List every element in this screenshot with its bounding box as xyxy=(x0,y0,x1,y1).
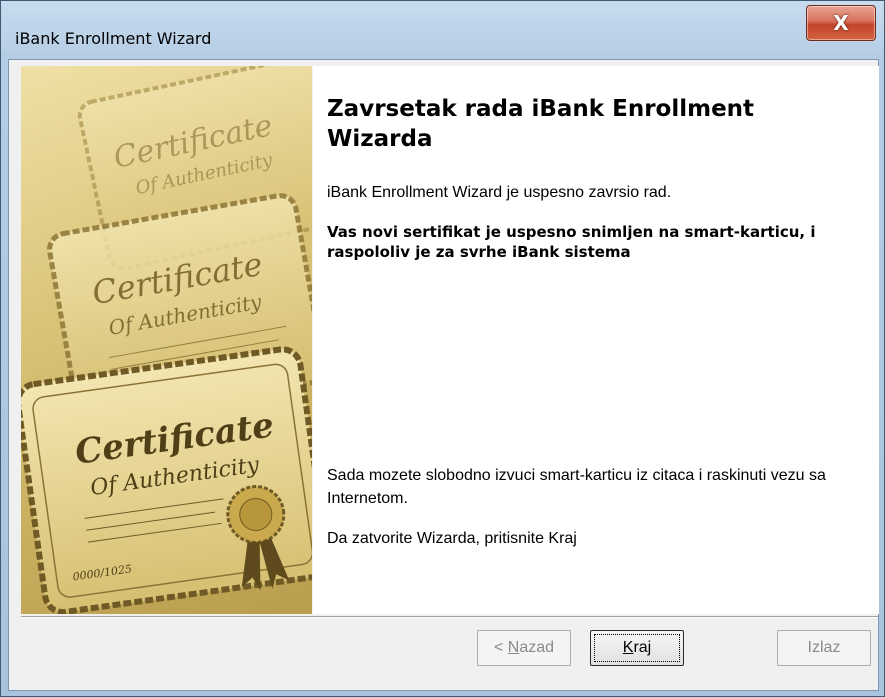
focus-rectangle xyxy=(594,634,680,662)
window-title: iBank Enrollment Wizard xyxy=(15,29,212,48)
certificate-image: Certificate Of Authenticity Certificate … xyxy=(21,66,312,614)
back-prefix: < xyxy=(493,639,508,656)
title-bar[interactable]: iBank Enrollment Wizard X xyxy=(1,1,884,55)
back-label: azad xyxy=(519,639,555,656)
finish-button[interactable]: Kraj xyxy=(590,630,684,666)
certificate-illustration: Certificate Of Authenticity Certificate … xyxy=(21,66,312,614)
page-title: Zavrsetak rada iBank Enrollment Wizarda xyxy=(327,96,755,152)
remove-card-message: Sada mozete slobodno izvuci smart-kartic… xyxy=(327,467,826,507)
content-panel: Zavrsetak rada iBank Enrollment Wizarda … xyxy=(313,66,879,614)
close-button[interactable]: X xyxy=(806,5,876,41)
back-button[interactable]: < Nazad xyxy=(477,630,571,666)
back-mnemonic: N xyxy=(507,639,520,656)
wizard-window: iBank Enrollment Wizard X Certificate Of… xyxy=(0,0,885,697)
footer-divider xyxy=(21,616,878,618)
cancel-button[interactable]: Izlaz xyxy=(777,630,871,666)
certificate-saved-message: Vas novi sertifikat je uspesno snimljen … xyxy=(327,223,816,261)
cancel-label: Izlaz xyxy=(807,639,841,656)
close-instruction: Da zatvorite Wizarda, pritisnite Kraj xyxy=(327,530,577,547)
close-icon: X xyxy=(833,11,849,35)
completion-message: iBank Enrollment Wizard je uspesno zavrs… xyxy=(327,184,672,201)
wizard-body: Certificate Of Authenticity Certificate … xyxy=(8,59,879,691)
